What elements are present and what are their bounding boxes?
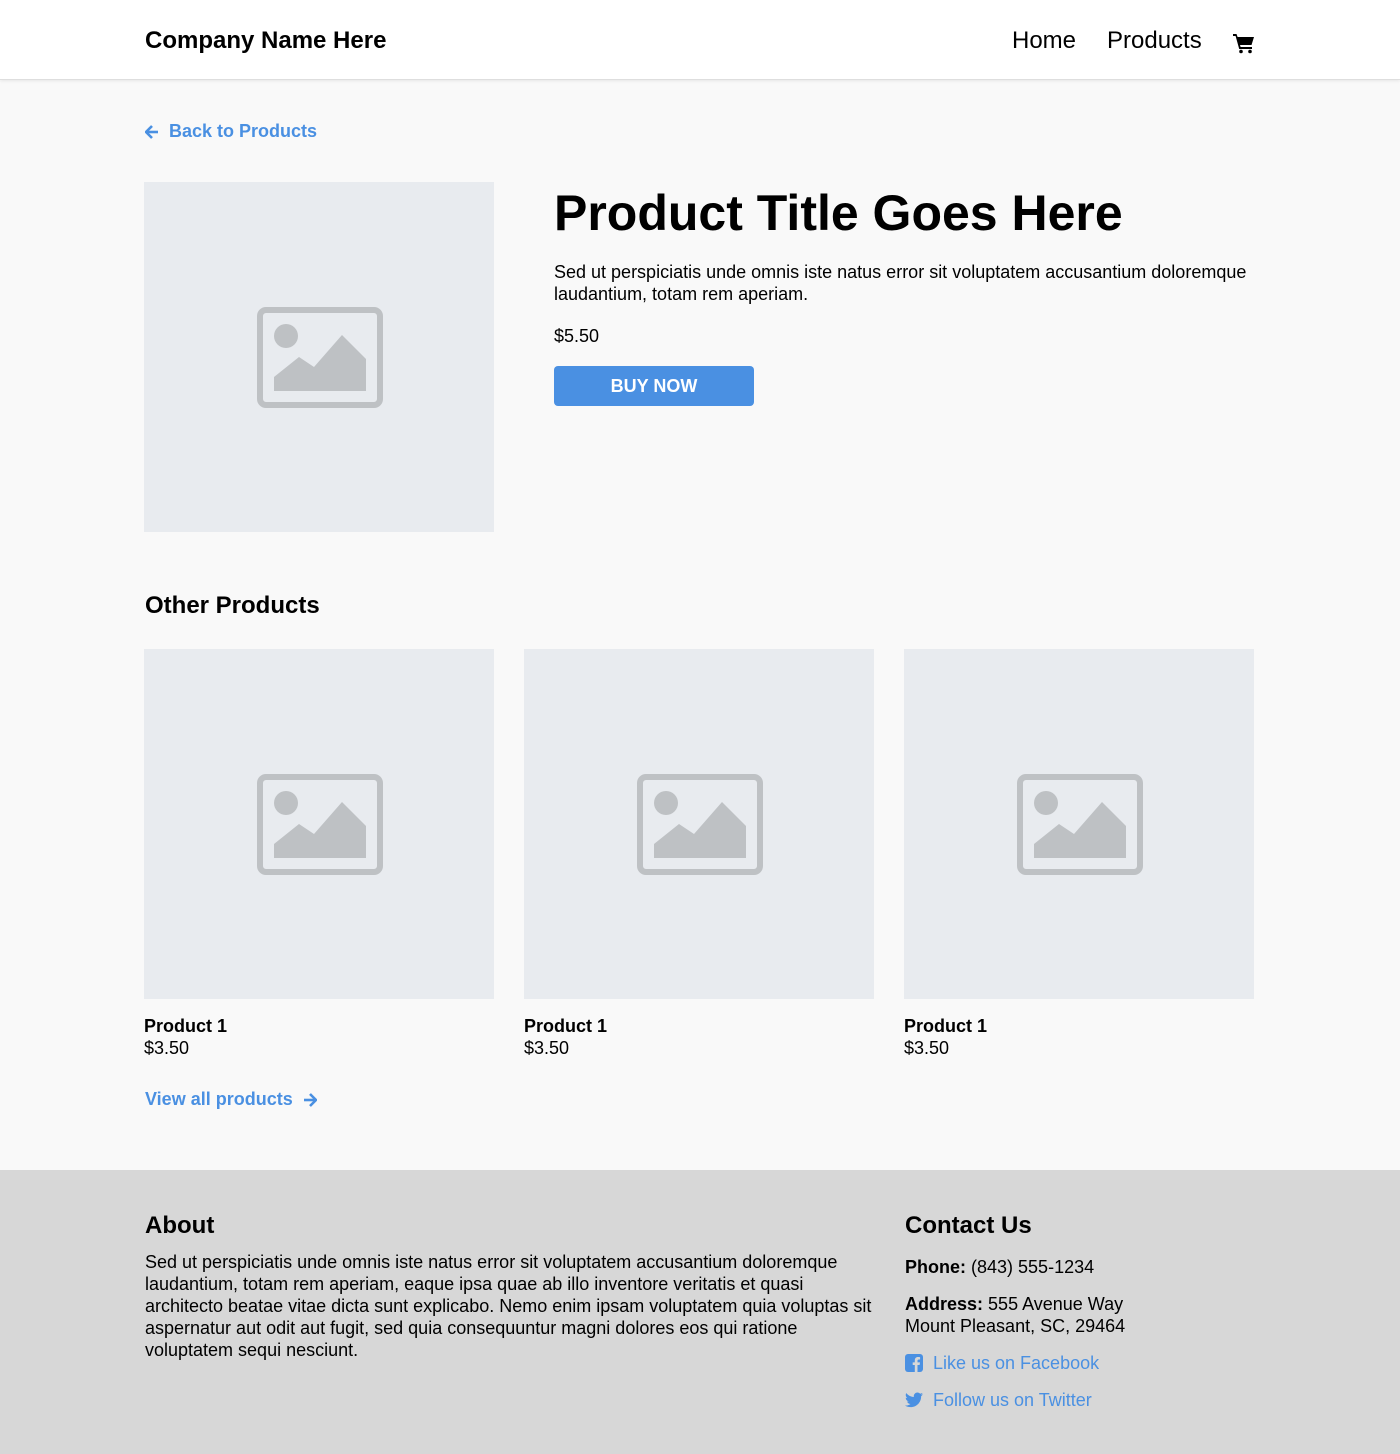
about-title: About: [145, 1212, 215, 1239]
product-card-name[interactable]: Product 1: [144, 1015, 227, 1037]
shopping-cart-icon[interactable]: [1232, 31, 1256, 55]
arrow-right-icon: [303, 1092, 317, 1107]
product-card-price: $3.50: [524, 1038, 570, 1058]
product-card-name[interactable]: Product 1: [524, 1015, 607, 1037]
site-footer: About Sed ut perspiciatis unde omnis ist…: [0, 1170, 1400, 1454]
image-placeholder-icon: [1017, 774, 1143, 875]
product-card-price: $3.50: [144, 1038, 190, 1058]
nav-products-link[interactable]: Products: [1107, 27, 1202, 55]
address-line-2: Mount Pleasant, SC, 29464: [905, 1316, 1126, 1336]
back-to-products-link[interactable]: Back to Products: [145, 121, 317, 142]
other-products-title: Other Products: [145, 592, 320, 619]
product-title: Product Title Goes Here: [554, 185, 1123, 241]
product-card-price: $3.50: [904, 1038, 950, 1058]
product-card-image[interactable]: [904, 649, 1254, 999]
facebook-label: Like us on Facebook: [933, 1353, 1100, 1373]
twitter-link[interactable]: Follow us on Twitter: [905, 1389, 1092, 1411]
twitter-label: Follow us on Twitter: [933, 1390, 1092, 1410]
view-all-products-link[interactable]: View all products: [145, 1089, 317, 1110]
phone-label: Phone:: [905, 1257, 966, 1277]
buy-now-button[interactable]: BUY NOW: [554, 366, 754, 406]
product-card-name[interactable]: Product 1: [904, 1015, 987, 1037]
contact-title: Contact Us: [905, 1212, 1032, 1239]
arrow-left-icon: [145, 124, 158, 139]
product-description: Sed ut perspiciatis unde omnis iste natu…: [554, 262, 1247, 304]
facebook-icon: [905, 1354, 923, 1372]
product-card-image[interactable]: [524, 649, 874, 999]
about-text: Sed ut perspiciatis unde omnis iste natu…: [145, 1252, 872, 1360]
facebook-link[interactable]: Like us on Facebook: [905, 1352, 1099, 1374]
image-placeholder-icon: [257, 307, 383, 408]
image-placeholder-icon: [637, 774, 763, 875]
phone-value[interactable]: (843) 555-1234: [971, 1257, 1094, 1277]
contact-phone: Phone: (843) 555-1234: [905, 1256, 1094, 1278]
address-line-1: 555 Avenue Way: [988, 1294, 1124, 1314]
view-all-label: View all products: [145, 1089, 293, 1109]
product-price: $5.50: [554, 326, 600, 346]
product-card-image[interactable]: [144, 649, 494, 999]
contact-address: Address: 555 Avenue Way: [905, 1293, 1123, 1315]
product-image: [144, 182, 494, 532]
back-link-label: Back to Products: [169, 121, 318, 141]
nav-home-link[interactable]: Home: [1012, 27, 1076, 55]
brand-name[interactable]: Company Name Here: [145, 27, 386, 55]
address-label: Address:: [905, 1294, 984, 1314]
twitter-icon: [905, 1392, 923, 1408]
site-header: Company Name Here Home Products: [0, 0, 1400, 80]
image-placeholder-icon: [257, 774, 383, 875]
